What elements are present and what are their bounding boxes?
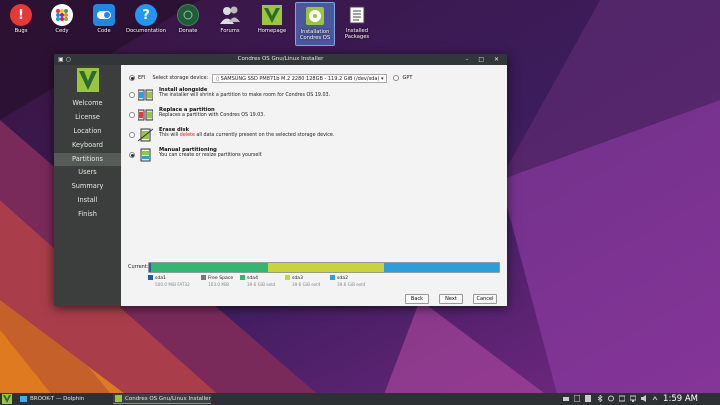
desktop-icon-bugs[interactable]: ! Bugs [1,2,41,46]
bug-report-icon: ! [10,4,32,26]
donate-icon [177,4,199,26]
folder-icon [20,396,27,402]
storage-device-select[interactable]: ▯ SAMSUNG SSD PM871b M.2 2280 128GB - 11… [212,73,388,83]
legend-sda1: sda1 500.0 MiB FAT32 [148,275,190,287]
network-icon[interactable] [629,395,637,402]
application-launcher[interactable] [2,394,14,404]
option-erase-disk[interactable]: Erase disk This will delete all data cur… [129,127,499,145]
sidebar-item-keyboard: Keyboard [72,140,103,149]
partition-segment-sda4 [151,263,268,272]
task-installer[interactable]: Condres OS Gnu/Linux Installer [113,394,211,404]
desktop-icon-forums[interactable]: Forums [210,2,250,46]
efi-radio[interactable] [129,75,135,81]
desktop-icon-code[interactable]: Code [84,2,124,46]
manual-partitioning-icon [140,148,151,162]
clipboard-icon[interactable] [573,394,581,403]
window-menu-icon[interactable]: ▣ ○ [58,54,71,65]
option-install-alongside[interactable]: Install alongside The installer will shr… [129,87,499,105]
installer-task-icon [115,395,122,402]
partitions-page: EFI Select storage device: ▯ SAMSUNG SSD… [121,65,507,306]
sidebar-item-users: Users [78,168,97,177]
sidebar-item-partitions: Partitions [54,152,121,167]
option-manual-partitioning[interactable]: Manual partitioning You can create or re… [129,147,499,165]
next-button[interactable]: Next [439,294,463,304]
notes-icon[interactable] [585,395,591,402]
desktop-icon-homepage[interactable]: Homepage [252,2,292,46]
legend-swatch [285,275,290,280]
taskbar: BROOK-T — Dolphin Condres OS Gnu/Linux I… [0,393,720,405]
legend-sda4: sda4 39.6 GiB ext4 [240,275,276,287]
window-title: Condres OS Gnu/Linux Installer [237,56,324,62]
legend-sda3: sda3 39.6 GiB ext4 [285,275,321,287]
partition-segment-sda3 [267,263,384,272]
desktop-icon-documentation[interactable]: ? Documentation [126,2,166,46]
window-titlebar[interactable]: ▣ ○ Condres OS Gnu/Linux Installer – □ ✕ [54,54,507,65]
replace-partition-icon [138,109,153,121]
option-radio-selected[interactable] [129,152,135,158]
cancel-button[interactable]: Cancel [473,294,497,304]
partition-bar [148,262,500,273]
option-replace-partition[interactable]: Replace a partition Replaces a partition… [129,107,499,125]
desktop-icon-installed-packages[interactable]: Installed Packages [337,2,377,46]
install-alongside-icon [138,89,153,101]
storage-device-row: EFI Select storage device: ▯ SAMSUNG SSD… [129,73,412,83]
sidebar-item-finish: Finish [78,210,97,219]
legend-swatch [330,275,335,280]
sidebar-item-welcome: Welcome [72,99,103,107]
installer-window: ▣ ○ Condres OS Gnu/Linux Installer – □ ✕… [54,54,507,306]
legend-swatch [240,275,245,280]
gpt-radio[interactable] [393,75,400,81]
legend-sda2: sda2 39.6 GiB ext4 [330,275,366,287]
packages-list-icon [346,4,368,26]
current-partitions-label: Current: [128,264,149,270]
gpt-label: GPT [402,75,413,81]
storage-device-label: Select storage device: [152,75,209,81]
installer-sidebar: Welcome License Location Keyboard Partit… [54,65,121,306]
partition-segment-sda2 [383,263,499,272]
erase-disk-icon [138,128,153,142]
legend-free-space: Free Space 103.0 MiB [201,275,233,287]
bluetooth-icon[interactable] [597,394,603,403]
launcher-logo-icon [2,394,12,404]
condres-logo-icon [76,68,99,92]
sidebar-item-license: License [75,112,100,121]
volume-icon[interactable] [641,395,647,402]
clock[interactable]: 1:59 AM [663,393,698,405]
expand-tray-icon[interactable] [652,395,658,402]
sidebar-item-summary: Summary [71,182,104,191]
task-dolphin[interactable]: BROOK-T — Dolphin [18,394,110,404]
homepage-logo-icon [261,4,283,26]
code-toggle-icon [93,4,115,26]
device-notifier-icon[interactable] [608,395,614,402]
installer-icon [304,5,326,27]
efi-label: EFI [138,75,146,81]
help-icon: ? [135,4,157,26]
chevron-down-icon: ▾ [379,75,384,82]
back-button[interactable]: Back [405,294,429,304]
sidebar-nav: Welcome License Location Keyboard Partit… [54,97,121,222]
legend-swatch [148,275,153,280]
desktop-icon-installation[interactable]: Installation Condres OS [295,2,335,46]
desktop-icon-cedy[interactable]: Cedy [42,2,82,46]
forums-users-icon [219,4,241,26]
option-radio[interactable] [129,92,135,98]
window-controls[interactable]: – □ ✕ [465,54,503,65]
tray-icon-1[interactable] [563,395,569,402]
legend-swatch [201,275,206,280]
desktop-icon-donate[interactable]: Donate [168,2,208,46]
cedy-app-icon [51,4,73,26]
sidebar-item-install: Install [77,196,98,205]
sidebar-item-location: Location [73,126,102,135]
updates-icon[interactable] [618,395,626,402]
option-radio[interactable] [129,132,135,138]
option-radio[interactable] [129,112,135,118]
